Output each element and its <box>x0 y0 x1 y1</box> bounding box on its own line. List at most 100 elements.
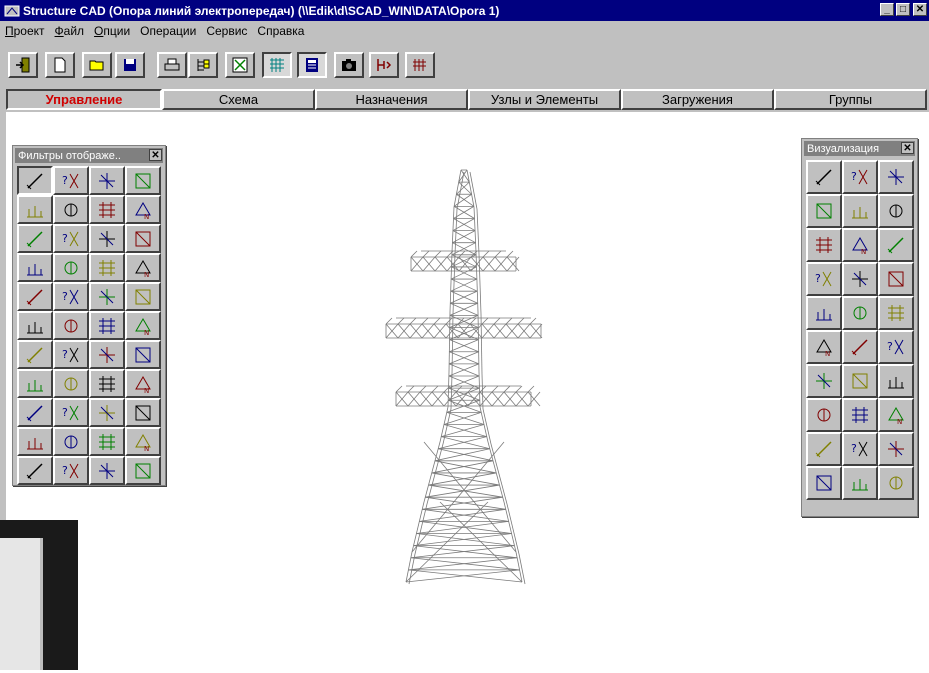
visualization-button-2[interactable]: ? <box>842 160 878 194</box>
filter-button-17[interactable] <box>17 282 53 311</box>
filter-button-14[interactable] <box>53 253 89 282</box>
visualization-button-23[interactable] <box>842 398 878 432</box>
filter-button-36[interactable] <box>125 398 161 427</box>
filter-button-4[interactable] <box>125 166 161 195</box>
filter-button-38[interactable] <box>53 427 89 456</box>
calculator-button[interactable] <box>297 52 327 78</box>
filter-button-12[interactable] <box>125 224 161 253</box>
filter-button-22[interactable] <box>53 311 89 340</box>
visualization-button-10[interactable]: ? <box>806 262 842 296</box>
filter-button-41[interactable] <box>17 456 53 485</box>
visualization-button-30[interactable] <box>878 466 914 500</box>
filter-button-10[interactable]: ? <box>53 224 89 253</box>
filters-palette-close-button[interactable]: ✕ <box>149 149 162 161</box>
visualization-button-13[interactable] <box>806 296 842 330</box>
filter-button-15[interactable] <box>89 253 125 282</box>
menu-operations[interactable]: Операции <box>135 24 201 38</box>
maximize-button[interactable]: □ <box>896 3 910 16</box>
filter-button-26[interactable]: ? <box>53 340 89 369</box>
filter-button-40[interactable]: N <box>125 427 161 456</box>
filter-button-29[interactable] <box>17 369 53 398</box>
visualization-button-14[interactable] <box>842 296 878 330</box>
filter-button-31[interactable] <box>89 369 125 398</box>
visualization-button-3[interactable] <box>878 160 914 194</box>
filter-button-24[interactable]: N <box>125 311 161 340</box>
filter-button-33[interactable] <box>17 398 53 427</box>
menu-file[interactable]: Файл <box>50 24 90 38</box>
filter-button-5[interactable] <box>17 195 53 224</box>
tab-management[interactable]: Управление <box>6 89 162 110</box>
visualization-button-19[interactable] <box>806 364 842 398</box>
visualization-button-18[interactable]: ? <box>878 330 914 364</box>
filter-button-7[interactable] <box>89 195 125 224</box>
visualization-button-4[interactable] <box>806 194 842 228</box>
minimize-button[interactable]: _ <box>880 3 894 16</box>
filter-button-28[interactable] <box>125 340 161 369</box>
filter-button-16[interactable]: N <box>125 253 161 282</box>
menu-service[interactable]: Сервис <box>201 24 252 38</box>
tab-assignments[interactable]: Назначения <box>315 89 468 110</box>
open-button[interactable] <box>82 52 112 78</box>
visualization-button-27[interactable] <box>878 432 914 466</box>
visualization-button-5[interactable] <box>842 194 878 228</box>
filter-button-23[interactable] <box>89 311 125 340</box>
visualization-button-22[interactable] <box>806 398 842 432</box>
menu-project[interactable]: Проект <box>0 24 50 38</box>
exit-button[interactable] <box>8 52 38 78</box>
visualization-palette-close-button[interactable]: ✕ <box>901 142 914 154</box>
visualization-button-8[interactable]: N <box>842 228 878 262</box>
menu-help[interactable]: Справка <box>252 24 309 38</box>
filter-button-27[interactable] <box>89 340 125 369</box>
filter-button-21[interactable] <box>17 311 53 340</box>
visualization-button-7[interactable] <box>806 228 842 262</box>
tree-button[interactable] <box>188 52 218 78</box>
scheme-check-button[interactable] <box>225 52 255 78</box>
new-file-button[interactable] <box>45 52 75 78</box>
visualization-button-28[interactable] <box>806 466 842 500</box>
filter-button-39[interactable] <box>89 427 125 456</box>
filter-button-19[interactable] <box>89 282 125 311</box>
filter-button-1[interactable] <box>17 166 53 195</box>
filter-button-37[interactable] <box>17 427 53 456</box>
filter-button-42[interactable]: ? <box>53 456 89 485</box>
filter-button-35[interactable] <box>89 398 125 427</box>
mesh-button[interactable] <box>262 52 292 78</box>
filter-button-13[interactable] <box>17 253 53 282</box>
import-button[interactable] <box>405 52 435 78</box>
visualization-button-9[interactable] <box>878 228 914 262</box>
tab-loads[interactable]: Загружения <box>621 89 774 110</box>
visualization-button-26[interactable]: ? <box>842 432 878 466</box>
filter-button-30[interactable] <box>53 369 89 398</box>
tab-scheme[interactable]: Схема <box>162 89 315 110</box>
filter-button-8[interactable]: N <box>125 195 161 224</box>
filter-button-34[interactable]: ? <box>53 398 89 427</box>
visualization-button-24[interactable]: N <box>878 398 914 432</box>
filter-button-9[interactable] <box>17 224 53 253</box>
visualization-button-15[interactable] <box>878 296 914 330</box>
visualization-button-1[interactable] <box>806 160 842 194</box>
visualization-button-29[interactable] <box>842 466 878 500</box>
export-button[interactable] <box>369 52 399 78</box>
camera-button[interactable] <box>334 52 364 78</box>
save-button[interactable] <box>115 52 145 78</box>
visualization-button-6[interactable] <box>878 194 914 228</box>
filter-button-25[interactable] <box>17 340 53 369</box>
visualization-palette-title[interactable]: Визуализация <box>804 141 915 156</box>
filter-button-44[interactable] <box>125 456 161 485</box>
print-button[interactable] <box>157 52 187 78</box>
visualization-button-25[interactable] <box>806 432 842 466</box>
tab-nodes-elements[interactable]: Узлы и Элементы <box>468 89 621 110</box>
filter-button-2[interactable]: ? <box>53 166 89 195</box>
filter-button-43[interactable] <box>89 456 125 485</box>
visualization-button-17[interactable] <box>842 330 878 364</box>
visualization-button-11[interactable] <box>842 262 878 296</box>
filter-button-32[interactable]: N <box>125 369 161 398</box>
menu-options[interactable]: Опции <box>89 24 135 38</box>
filter-button-6[interactable] <box>53 195 89 224</box>
filters-palette-title[interactable]: Фильтры отображе.. <box>15 148 163 163</box>
visualization-button-20[interactable] <box>842 364 878 398</box>
filter-button-20[interactable] <box>125 282 161 311</box>
visualization-button-21[interactable] <box>878 364 914 398</box>
visualization-button-12[interactable] <box>878 262 914 296</box>
close-button[interactable]: ✕ <box>913 3 927 16</box>
